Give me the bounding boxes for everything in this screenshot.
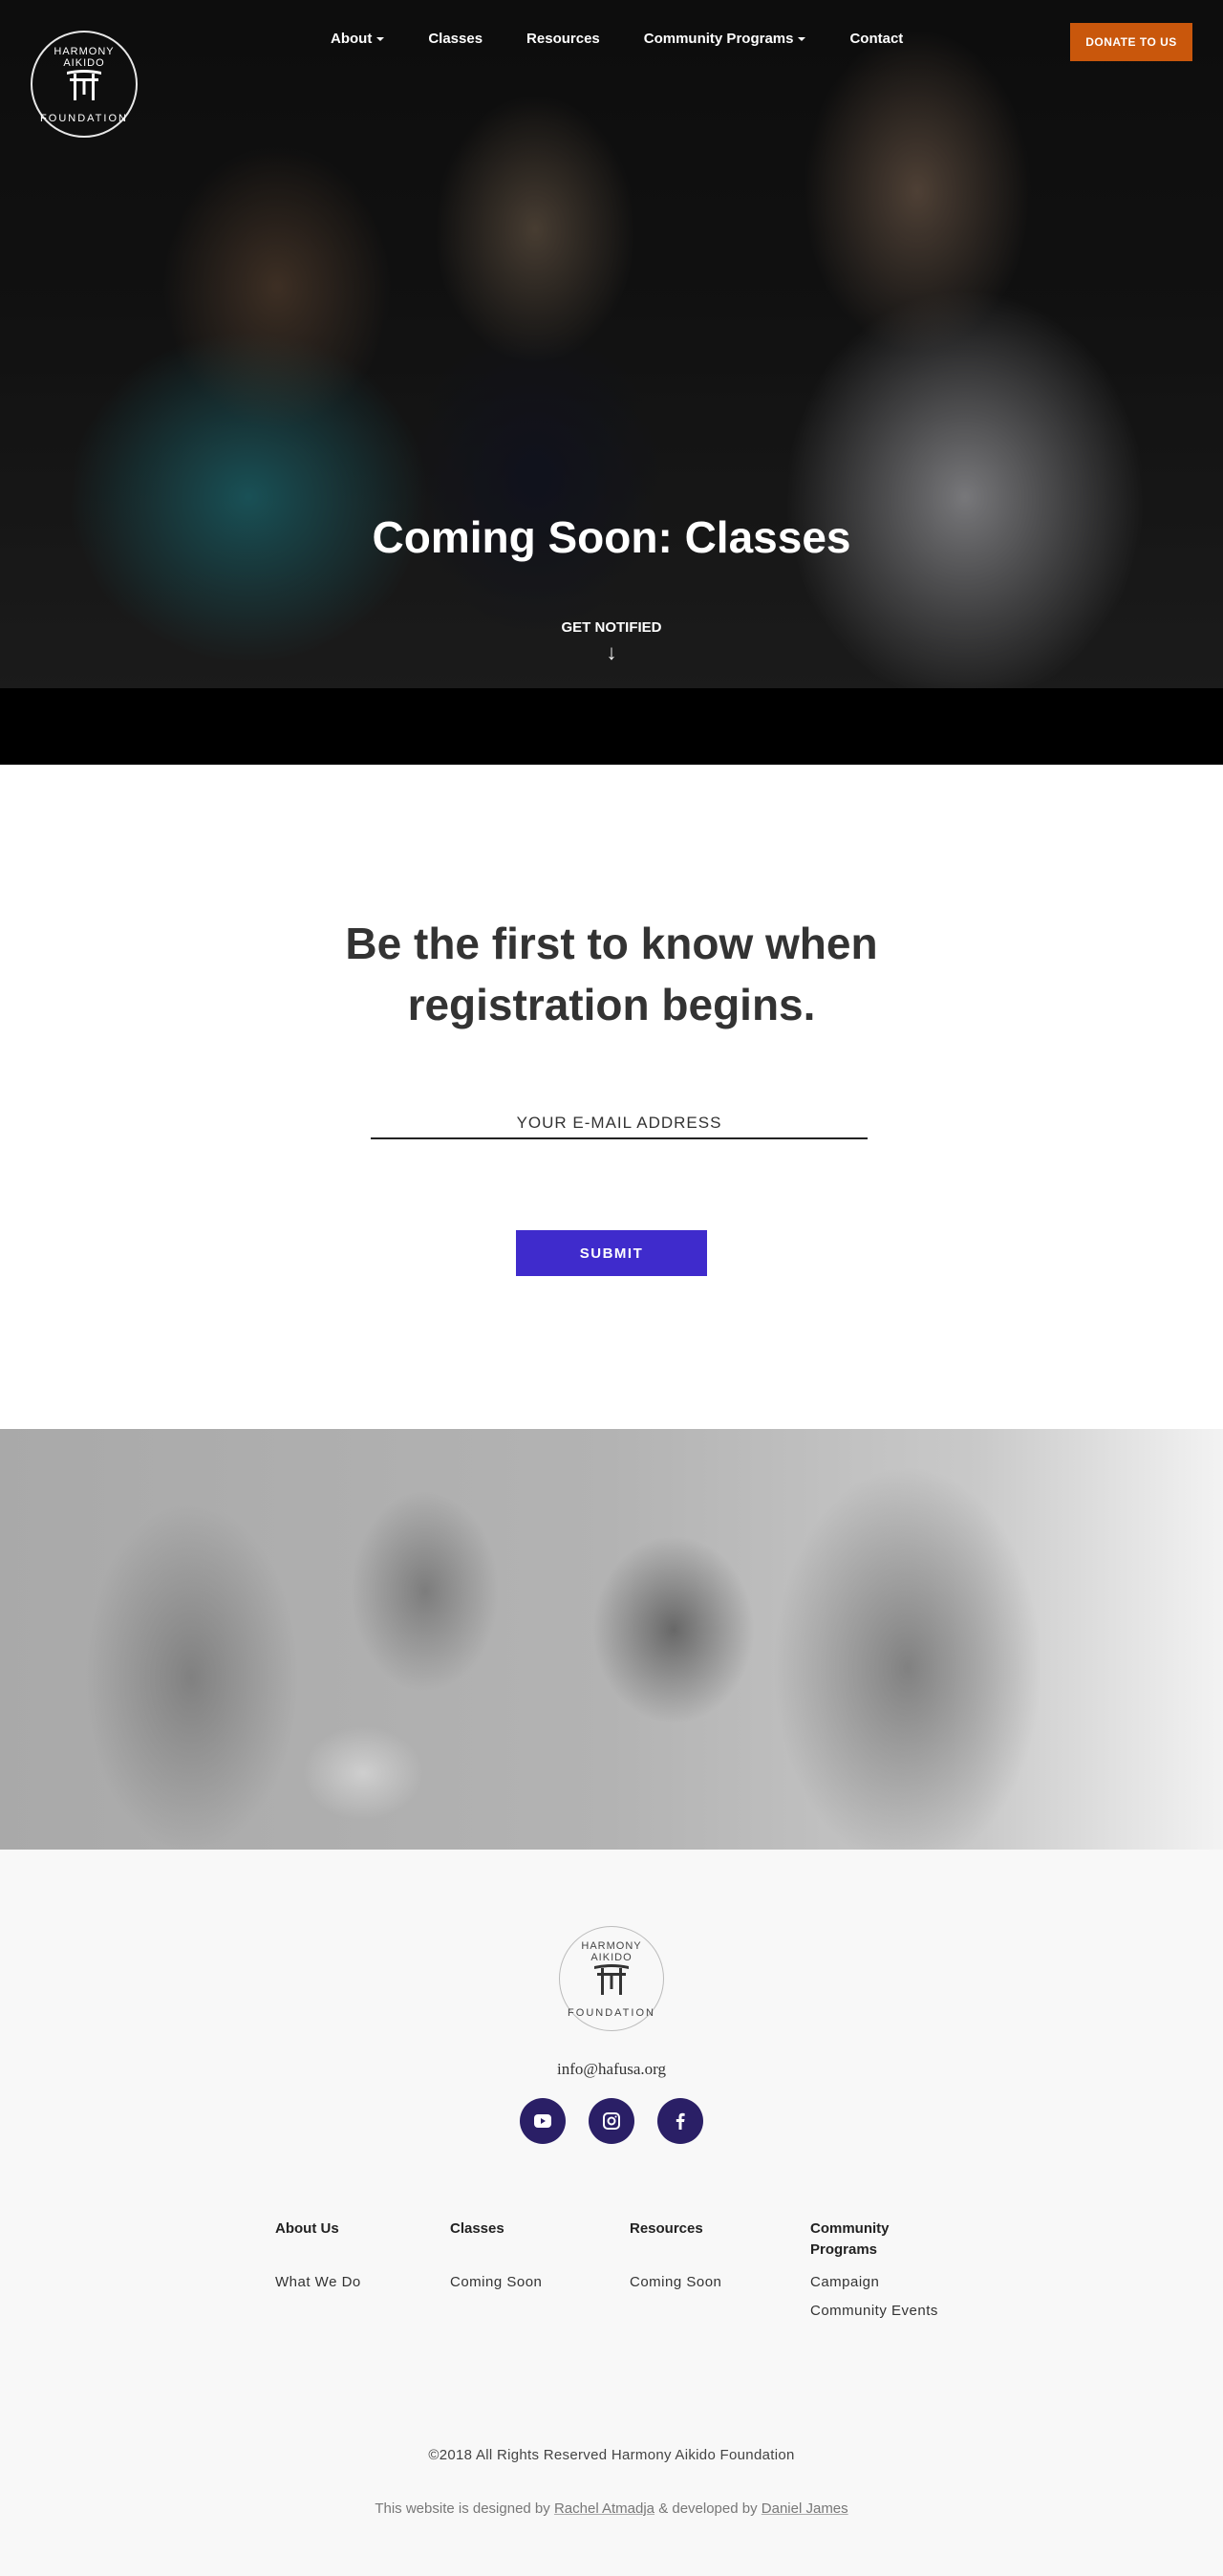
- footer-logo-text-bottom: FOUNDATION: [568, 2007, 655, 2019]
- social-links: [520, 2098, 703, 2144]
- nav-classes-label: Classes: [428, 31, 483, 47]
- nav-item-community-programs[interactable]: Community Programs: [644, 31, 806, 47]
- caret-down-icon: [376, 36, 385, 41]
- footer-heading-resources[interactable]: Resources: [630, 2219, 810, 2268]
- torii-icon: [67, 70, 101, 100]
- footer-link-community-events[interactable]: Community Events: [810, 2297, 963, 2326]
- logo-text-top: HARMONY AIKIDO: [54, 46, 115, 69]
- footer-heading-classes[interactable]: Classes: [450, 2219, 630, 2268]
- footer-link-classes-coming-soon[interactable]: Coming Soon: [450, 2268, 630, 2297]
- torii-icon: [594, 1964, 629, 1995]
- credits-mid: & developed by: [658, 2500, 758, 2517]
- nav-item-classes[interactable]: Classes: [428, 31, 483, 47]
- email-field[interactable]: [371, 1109, 868, 1139]
- nav-resources-label: Resources: [526, 31, 600, 47]
- nav-item-about[interactable]: About: [331, 31, 385, 47]
- signup-section: Be the first to know when registration b…: [0, 765, 1223, 1429]
- footer-col-classes: Classes Coming Soon: [450, 2219, 630, 2326]
- instagram-icon[interactable]: [589, 2098, 634, 2144]
- logo-text-bottom: FOUNDATION: [40, 113, 128, 124]
- top-navigation: HARMONY AIKIDO FOUNDATION About Classes: [0, 0, 1223, 138]
- nav-contact-label: Contact: [849, 31, 904, 47]
- hero-section: HARMONY AIKIDO FOUNDATION About Classes: [0, 0, 1223, 765]
- facebook-icon[interactable]: [657, 2098, 703, 2144]
- footer-col-community-programs: Community Programs Campaign Community Ev…: [810, 2219, 963, 2326]
- footer-email-link[interactable]: info@hafusa.org: [0, 2060, 1223, 2079]
- signup-heading-line1: Be the first to know when: [345, 919, 878, 968]
- site-logo[interactable]: HARMONY AIKIDO FOUNDATION: [31, 31, 138, 138]
- caret-down-icon: [798, 36, 806, 41]
- footer-logo-text-top: HARMONY AIKIDO: [581, 1940, 642, 1963]
- footer-heading-about[interactable]: About Us: [275, 2219, 450, 2268]
- nav-about-label: About: [331, 31, 373, 47]
- copyright-text: ©2018 All Rights Reserved Harmony Aikido…: [428, 2447, 795, 2463]
- hero-title: Coming Soon: Classes: [372, 512, 851, 562]
- footer-col-resources: Resources Coming Soon: [630, 2219, 810, 2326]
- footer-columns: About Us What We Do Classes Coming Soon …: [275, 2219, 963, 2326]
- group-photo: [0, 1429, 1223, 1850]
- footer-link-resources-coming-soon[interactable]: Coming Soon: [630, 2268, 810, 2297]
- footer-link-campaign[interactable]: Campaign: [810, 2268, 963, 2297]
- donate-button[interactable]: DONATE TO US: [1070, 23, 1192, 61]
- submit-button[interactable]: SUBMIT: [516, 1230, 707, 1276]
- designer-link[interactable]: Rachel Atmadja: [554, 2500, 654, 2517]
- youtube-icon[interactable]: [520, 2098, 566, 2144]
- signup-heading-line2: registration begins.: [407, 980, 816, 1029]
- get-notified-link[interactable]: GET NOTIFIED: [0, 619, 1223, 636]
- main-nav: About Classes Resources Community Progra…: [331, 31, 947, 47]
- footer-heading-community-programs[interactable]: Community Programs: [810, 2219, 915, 2268]
- signup-heading: Be the first to know when registration b…: [0, 913, 1223, 1035]
- nav-item-contact[interactable]: Contact: [849, 31, 903, 47]
- credits-prefix: This website is designed by: [375, 2500, 550, 2517]
- hero-photo: [0, 0, 1223, 688]
- developer-link[interactable]: Daniel James: [762, 2500, 848, 2517]
- footer-col-about: About Us What We Do: [275, 2219, 450, 2326]
- nav-item-resources[interactable]: Resources: [526, 31, 600, 47]
- arrow-down-icon[interactable]: ↓: [0, 640, 1223, 665]
- credits-text: This website is designed by Rachel Atmad…: [0, 2500, 1223, 2517]
- footer: HARMONY AIKIDO FOUNDATION info@hafusa.or…: [0, 1850, 1223, 2576]
- footer-logo[interactable]: HARMONY AIKIDO FOUNDATION: [559, 1926, 664, 2031]
- nav-community-programs-label: Community Programs: [643, 31, 794, 47]
- footer-link-what-we-do[interactable]: What We Do: [275, 2268, 450, 2297]
